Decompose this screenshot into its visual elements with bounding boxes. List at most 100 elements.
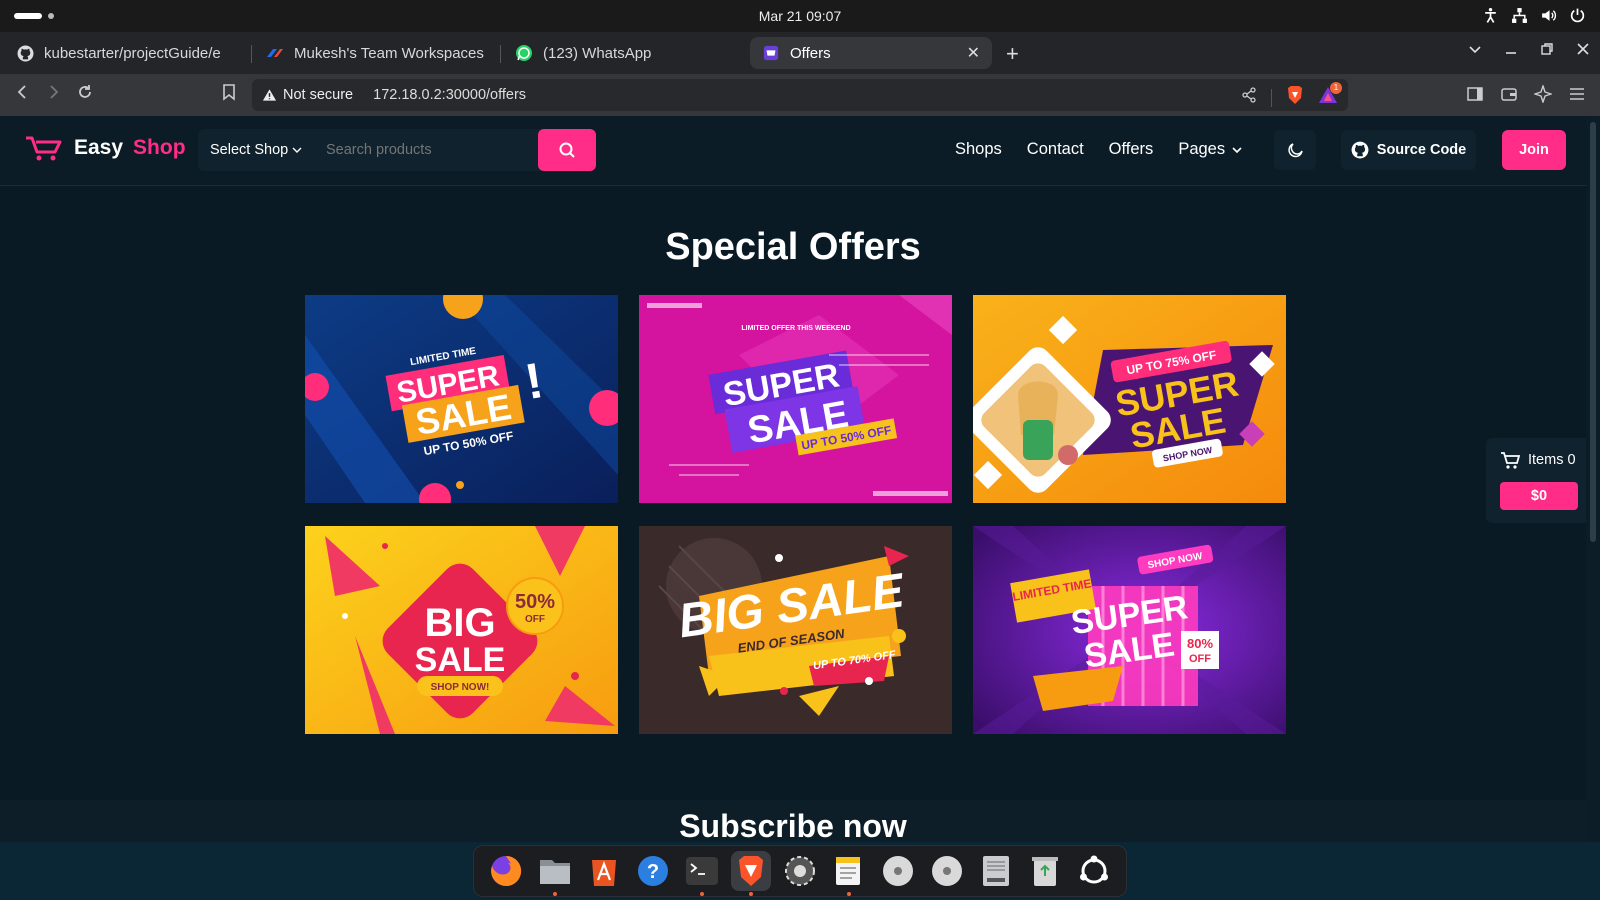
banner-4-small2: OFF	[525, 614, 545, 625]
search-input[interactable]	[316, 142, 526, 158]
security-label: Not secure	[283, 87, 354, 103]
offer-banner-1[interactable]: LIMITED TIME SUPER SALE UP TO 50% OFF !	[305, 295, 618, 503]
wallet-icon[interactable]	[1500, 85, 1518, 108]
banner-4-main2: SALE	[415, 641, 506, 679]
power-icon[interactable]	[1569, 7, 1586, 29]
site-logo[interactable]: Easy Shop	[24, 134, 186, 162]
terminal-icon[interactable]	[682, 851, 722, 896]
system-top-bar: Mar 21 09:07	[0, 0, 1600, 32]
tab-list-chevron-icon[interactable]	[1468, 42, 1482, 60]
bookmark-icon[interactable]	[220, 83, 238, 106]
minimize-icon[interactable]	[1504, 42, 1518, 60]
drive-icon[interactable]	[976, 851, 1016, 891]
tab-label: Mukesh's Team Workspaces	[294, 44, 484, 62]
browser-actions	[1466, 83, 1586, 108]
source-code-label: Source Code	[1376, 142, 1467, 158]
search-button[interactable]	[538, 129, 596, 171]
page-title: Special Offers	[665, 226, 921, 268]
menu-icon[interactable]	[1568, 85, 1586, 108]
warning-icon	[262, 89, 277, 101]
banner-6-extra2: OFF	[1189, 653, 1211, 665]
tab-postman[interactable]: Mukesh's Team Workspaces	[254, 37, 494, 69]
reload-icon[interactable]	[76, 83, 94, 106]
offer-banner-3[interactable]: UP TO 75% OFF SUPER SALE SHOP NOW	[973, 295, 1286, 503]
rewards-badge: 1	[1330, 82, 1342, 94]
cart-logo-icon	[26, 136, 62, 161]
cart-items-label: Items 0	[1528, 452, 1576, 468]
system-tray[interactable]	[1482, 7, 1586, 29]
nav-pages-label: Pages	[1178, 140, 1226, 158]
postman-icon	[266, 44, 284, 62]
trash-icon[interactable]	[1025, 851, 1065, 891]
offer-banner-5[interactable]: BIG SALE END OF SEASON UP TO 70% OFF	[639, 526, 952, 734]
nav-shops[interactable]: Shops	[955, 140, 1002, 159]
nav-offers[interactable]: Offers	[1109, 140, 1154, 159]
chevron-down-icon	[1232, 146, 1242, 153]
new-tab-button[interactable]: +	[1006, 41, 1019, 67]
forward-icon[interactable]	[44, 83, 62, 106]
search-bar: Select Shop	[198, 129, 596, 171]
close-tab-icon[interactable]: ✕	[967, 43, 980, 63]
ubuntu-dock: ?	[473, 845, 1127, 897]
main-nav: Shops Contact Offers Pages	[955, 140, 1243, 159]
volume-icon[interactable]	[1540, 7, 1557, 29]
disc-icon[interactable]	[927, 851, 967, 891]
tab-offers[interactable]: Offers ✕	[750, 37, 992, 69]
leo-ai-icon[interactable]	[1532, 83, 1554, 108]
url-text[interactable]: 172.18.0.2:30000/offers	[373, 87, 526, 103]
page-scrollbar[interactable]	[1586, 116, 1600, 842]
tab-github[interactable]: kubestarter/projectGuide/e	[4, 37, 244, 69]
app-center-icon[interactable]	[584, 851, 624, 891]
offer-banner-2[interactable]: LIMITED OFFER THIS WEEKEND SUPER SALE UP…	[639, 295, 952, 503]
theme-toggle-button[interactable]	[1274, 130, 1316, 170]
github-icon	[1351, 141, 1369, 159]
offer-banner-4[interactable]: 50% OFF BIG SALE SHOP NOW!	[305, 526, 618, 734]
logo-easy-text: Easy	[74, 136, 124, 159]
restore-icon[interactable]	[1540, 42, 1554, 60]
brave-rewards-icon[interactable]: 1	[1318, 82, 1342, 109]
accessibility-icon[interactable]	[1482, 7, 1499, 29]
svg-text:?: ?	[647, 861, 659, 883]
files-icon[interactable]	[535, 851, 575, 896]
select-shop-dropdown[interactable]: Select Shop	[198, 142, 316, 158]
back-icon[interactable]	[14, 83, 32, 106]
nav-pages-dropdown[interactable]: Pages	[1178, 140, 1243, 159]
text-editor-icon[interactable]	[829, 851, 869, 896]
banner-4-small: 50%	[515, 591, 555, 613]
close-window-icon[interactable]	[1576, 42, 1590, 60]
join-button[interactable]: Join	[1502, 130, 1566, 170]
cart-icon	[1501, 452, 1520, 469]
web-page: Easy Shop Select Shop Shops Contact Offe…	[0, 116, 1586, 842]
chevron-down-icon	[292, 147, 302, 153]
disc-icon[interactable]	[878, 851, 918, 891]
banner-2-small: LIMITED OFFER THIS WEEKEND	[741, 325, 850, 332]
browser-tab-strip: kubestarter/projectGuide/e Mukesh's Team…	[0, 32, 1600, 74]
tab-whatsapp[interactable]: (123) WhatsApp	[503, 37, 743, 69]
easy-shop-favicon	[762, 44, 780, 62]
search-icon	[559, 142, 575, 158]
window-controls	[1468, 42, 1590, 60]
banner-6-extra: 80%	[1187, 636, 1213, 651]
source-code-button[interactable]: Source Code	[1341, 130, 1476, 170]
offer-banner-6[interactable]: LIMITED TIME SHOP NOW SUPER SALE 80% OFF	[973, 526, 1286, 734]
nav-contact[interactable]: Contact	[1027, 140, 1084, 159]
share-icon[interactable]	[1241, 87, 1257, 108]
system-clock[interactable]: Mar 21 09:07	[0, 8, 1600, 24]
security-indicator[interactable]: Not secure	[262, 87, 353, 103]
floating-cart[interactable]: Items 0 $0	[1486, 438, 1586, 523]
tab-label: (123) WhatsApp	[543, 44, 652, 62]
sidebar-icon[interactable]	[1466, 85, 1484, 108]
select-shop-label: Select Shop	[210, 142, 289, 158]
app-grid-icon[interactable]	[1074, 851, 1114, 891]
firefox-icon[interactable]	[486, 851, 526, 891]
settings-icon[interactable]	[780, 851, 820, 891]
address-bar[interactable]: Not secure 172.18.0.2:30000/offers 1	[252, 79, 1348, 111]
brave-icon[interactable]	[731, 851, 772, 896]
tab-label: kubestarter/projectGuide/e	[44, 44, 221, 62]
help-icon[interactable]: ?	[633, 851, 673, 891]
brave-shields-icon[interactable]	[1286, 85, 1304, 110]
whatsapp-icon	[515, 44, 533, 62]
tab-label: Offers	[790, 44, 831, 62]
network-icon[interactable]	[1511, 7, 1528, 29]
subscribe-section: Subscribe now	[0, 800, 1586, 842]
